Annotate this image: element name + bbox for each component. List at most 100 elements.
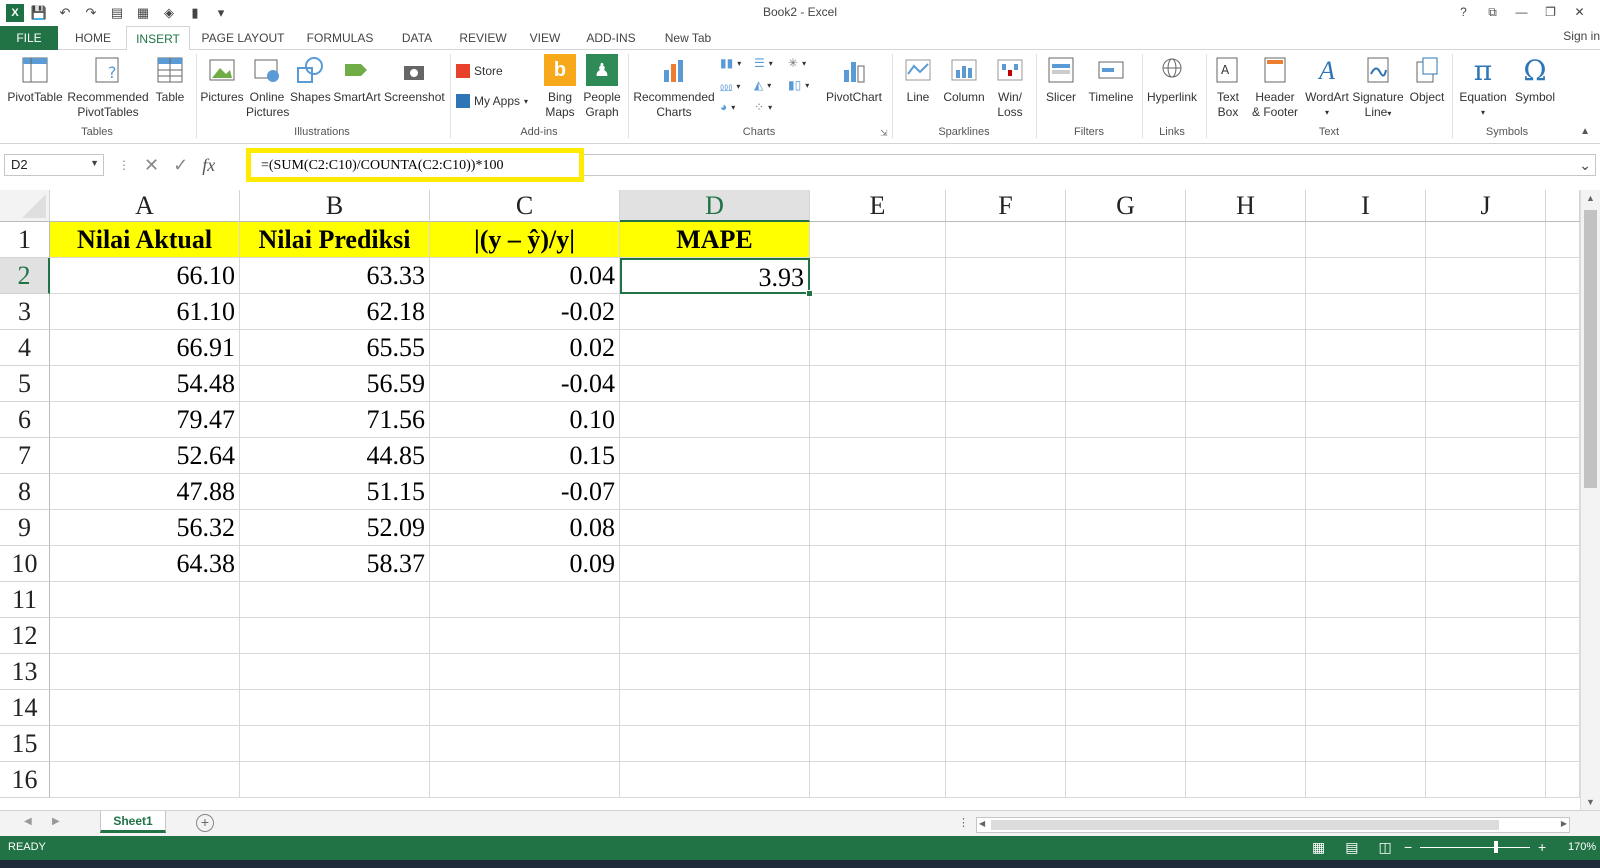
cell-d10[interactable] <box>620 546 810 582</box>
cell-j12[interactable] <box>1426 618 1546 654</box>
cell-h4[interactable] <box>1186 330 1306 366</box>
cell-a5[interactable]: 54.48 <box>50 366 240 402</box>
formula-input-extension[interactable]: ⌄ <box>584 154 1596 176</box>
help-icon[interactable]: ? <box>1449 2 1478 22</box>
cell-h6[interactable] <box>1186 402 1306 438</box>
cell-i3[interactable] <box>1306 294 1426 330</box>
cell-g7[interactable] <box>1066 438 1186 474</box>
cell-f5[interactable] <box>946 366 1066 402</box>
cell-a12[interactable] <box>50 618 240 654</box>
cell-i10[interactable] <box>1306 546 1426 582</box>
cell-e4[interactable] <box>810 330 946 366</box>
column-header-f[interactable]: F <box>946 190 1066 222</box>
cell-a15[interactable] <box>50 726 240 762</box>
cell-d15[interactable] <box>620 726 810 762</box>
recommended-charts-button[interactable]: Recommended Charts <box>632 54 716 120</box>
cell-e5[interactable] <box>810 366 946 402</box>
cell-d8[interactable] <box>620 474 810 510</box>
cell-j6[interactable] <box>1426 402 1546 438</box>
row-header-15[interactable]: 15 <box>0 726 50 762</box>
cell-f9[interactable] <box>946 510 1066 546</box>
cell-g8[interactable] <box>1066 474 1186 510</box>
cell-c4[interactable]: 0.02 <box>430 330 620 366</box>
cell-f16[interactable] <box>946 762 1066 798</box>
cell-d5[interactable] <box>620 366 810 402</box>
row-header-13[interactable]: 13 <box>0 654 50 690</box>
cell-h9[interactable] <box>1186 510 1306 546</box>
shapes-button[interactable]: Shapes <box>290 54 331 105</box>
cell-f10[interactable] <box>946 546 1066 582</box>
fill-handle[interactable] <box>806 290 813 297</box>
tab-home[interactable]: HOME <box>64 26 122 50</box>
horizontal-scrollbar[interactable]: ◀ ▶ <box>976 817 1570 833</box>
column-header-h[interactable]: H <box>1186 190 1306 222</box>
name-box[interactable]: D2 ▼ <box>4 154 104 176</box>
cell-b7[interactable]: 44.85 <box>240 438 430 474</box>
row-header-9[interactable]: 9 <box>0 510 50 546</box>
cell-j10[interactable] <box>1426 546 1546 582</box>
cell-h8[interactable] <box>1186 474 1306 510</box>
cell-a10[interactable]: 64.38 <box>50 546 240 582</box>
table-button[interactable]: Table <box>150 54 190 105</box>
add-sheet-icon[interactable]: + <box>196 814 214 832</box>
cell-a6[interactable]: 79.47 <box>50 402 240 438</box>
column-header-a[interactable]: A <box>50 190 240 222</box>
cell-c7[interactable]: 0.15 <box>430 438 620 474</box>
cell-g15[interactable] <box>1066 726 1186 762</box>
cell-g12[interactable] <box>1066 618 1186 654</box>
cell-a3[interactable]: 61.10 <box>50 294 240 330</box>
cell-c13[interactable] <box>430 654 620 690</box>
cell-g11[interactable] <box>1066 582 1186 618</box>
cell-b4[interactable]: 65.55 <box>240 330 430 366</box>
tab-page-layout[interactable]: PAGE LAYOUT <box>196 26 290 50</box>
cell-h13[interactable] <box>1186 654 1306 690</box>
timeline-button[interactable]: Timeline <box>1084 54 1138 105</box>
scroll-left-icon[interactable]: ◀ <box>979 819 985 828</box>
column-header-g[interactable]: G <box>1066 190 1186 222</box>
zoom-slider-thumb[interactable] <box>1494 841 1498 853</box>
cell-e12[interactable] <box>810 618 946 654</box>
page-layout-view-icon[interactable]: ▤ <box>1345 839 1358 856</box>
slicer-button[interactable]: Slicer <box>1040 54 1082 105</box>
cell-b3[interactable]: 62.18 <box>240 294 430 330</box>
row-header-7[interactable]: 7 <box>0 438 50 474</box>
screenshot-button[interactable]: Screenshot <box>384 54 445 105</box>
cell-f15[interactable] <box>946 726 1066 762</box>
zoom-level[interactable]: 170% <box>1568 841 1596 853</box>
cell-c5[interactable]: -0.04 <box>430 366 620 402</box>
page-break-view-icon[interactable]: ◫ <box>1378 839 1391 856</box>
cell-j11[interactable] <box>1426 582 1546 618</box>
cell-j8[interactable] <box>1426 474 1546 510</box>
cell-i11[interactable] <box>1306 582 1426 618</box>
cell-h11[interactable] <box>1186 582 1306 618</box>
tab-view[interactable]: VIEW <box>522 26 568 50</box>
cell-b9[interactable]: 52.09 <box>240 510 430 546</box>
row-header-6[interactable]: 6 <box>0 402 50 438</box>
cell-a2[interactable]: 66.10 <box>50 258 240 294</box>
cell-i2[interactable] <box>1306 258 1426 294</box>
column-chart-dropdown[interactable]: ▮▮ ▾ <box>720 56 741 70</box>
cell-e2[interactable] <box>810 258 946 294</box>
close-icon[interactable]: ✕ <box>1565 2 1594 22</box>
tab-file[interactable]: FILE <box>0 26 58 50</box>
hyperlink-button[interactable]: Hyperlink <box>1144 54 1200 105</box>
cell-g6[interactable] <box>1066 402 1186 438</box>
expand-formula-bar-icon[interactable]: ⌄ <box>1579 157 1591 174</box>
sheet-tab-sheet1[interactable]: Sheet1 <box>100 811 166 833</box>
cell-h14[interactable] <box>1186 690 1306 726</box>
cell-e3[interactable] <box>810 294 946 330</box>
cell-a1[interactable]: Nilai Aktual <box>50 222 240 258</box>
worksheet-grid[interactable]: A B C D E F G H I J 1 Nilai Aktual Nilai Prediksi |(y… <box>0 190 1580 810</box>
cell-j14[interactable] <box>1426 690 1546 726</box>
cell-h3[interactable] <box>1186 294 1306 330</box>
cell-c12[interactable] <box>430 618 620 654</box>
insert-function-icon[interactable]: fx <box>202 155 215 176</box>
cell-g9[interactable] <box>1066 510 1186 546</box>
row-header-8[interactable]: 8 <box>0 474 50 510</box>
vertical-scrollbar[interactable]: ▲ ▼ <box>1580 190 1600 810</box>
scatter-chart-dropdown[interactable]: ✳ ▾ <box>788 56 806 70</box>
cell-e1[interactable] <box>810 222 946 258</box>
cell-e16[interactable] <box>810 762 946 798</box>
cell-g10[interactable] <box>1066 546 1186 582</box>
scroll-up-icon[interactable]: ▲ <box>1586 193 1595 203</box>
